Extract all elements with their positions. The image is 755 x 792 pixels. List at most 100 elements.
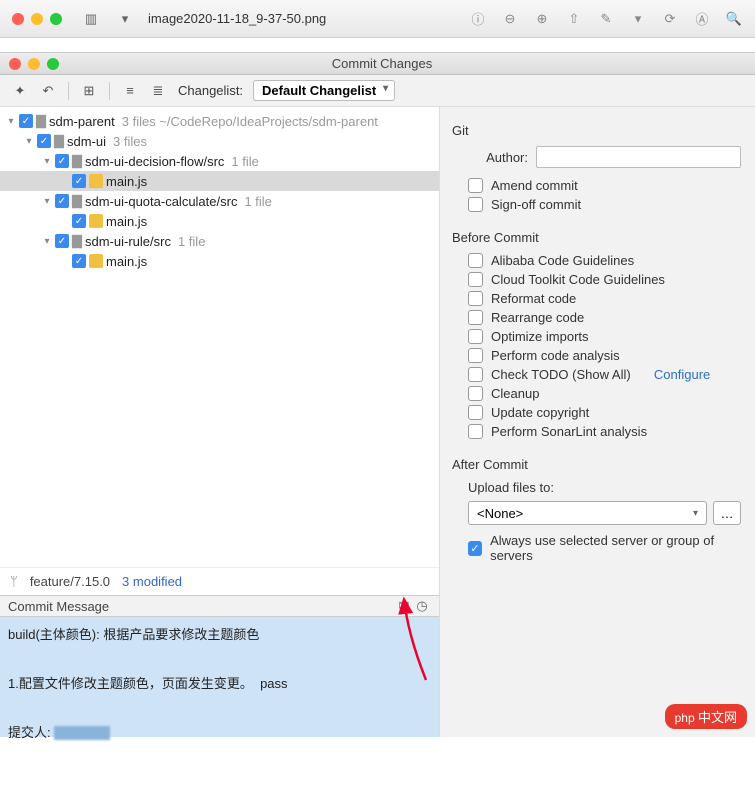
chevron-down-icon[interactable]: ▾: [42, 236, 52, 247]
commit-message-header: Commit Message ✉ ◷: [0, 595, 439, 617]
folder-icon: ▇: [36, 113, 46, 129]
upload-more-button[interactable]: …: [713, 501, 741, 525]
configure-link[interactable]: Configure: [654, 367, 710, 382]
preview-titlebar: ▥ ▾ image2020-11-18_9-37-50.png ⓘ ⊖ ⊕ ⇧ …: [0, 0, 755, 38]
chevron-down-icon[interactable]: ▾: [42, 156, 52, 167]
changes-tree[interactable]: ▾ ▇ sdm-parent 3 files ~/CodeRepo/IdeaPr…: [0, 107, 439, 567]
checkbox[interactable]: [37, 134, 51, 148]
always-checkbox[interactable]: [468, 541, 482, 556]
commit-template-icon[interactable]: ✉: [395, 598, 413, 614]
tree-file[interactable]: main.js: [0, 251, 439, 271]
before-checkbox[interactable]: [468, 405, 483, 420]
modified-count[interactable]: 3 modified: [122, 574, 182, 589]
collapse-all-icon[interactable]: ≣: [146, 79, 170, 103]
before-item-label: Perform SonarLint analysis: [491, 424, 647, 439]
tree-file[interactable]: main.js: [0, 211, 439, 231]
signoff-label: Sign-off commit: [491, 197, 581, 212]
revert-icon[interactable]: ↶: [36, 79, 60, 103]
tree-node[interactable]: ▾ ▇ sdm-ui-rule/src 1 file: [0, 231, 439, 251]
chevron-down-icon[interactable]: ▾: [6, 116, 16, 127]
git-group-title: Git: [452, 123, 741, 138]
folder-icon: ▇: [54, 133, 64, 149]
before-checkbox[interactable]: [468, 253, 483, 268]
branch-icon: ᛘ: [10, 574, 18, 589]
folder-icon: ▇: [72, 193, 82, 209]
before-item-label: Check TODO (Show All): [491, 367, 631, 382]
always-label: Always use selected server or group of s…: [490, 533, 741, 563]
rotate-icon[interactable]: ⟳: [661, 11, 679, 27]
branch-name: feature/7.15.0: [30, 574, 110, 589]
checkbox[interactable]: [72, 254, 86, 268]
checkbox[interactable]: [72, 174, 86, 188]
commit-history-icon[interactable]: ◷: [413, 598, 431, 614]
dialog-minimize-icon[interactable]: [28, 58, 40, 70]
upload-label: Upload files to:: [468, 480, 741, 495]
zoom-icon[interactable]: [50, 13, 62, 25]
before-item-label: Cloud Toolkit Code Guidelines: [491, 272, 665, 287]
changelist-label: Changelist:: [178, 83, 243, 98]
amend-checkbox[interactable]: [468, 178, 483, 193]
before-commit-title: Before Commit: [452, 230, 741, 245]
checkbox[interactable]: [55, 194, 69, 208]
tree-node[interactable]: ▾ ▇ sdm-ui 3 files: [0, 131, 439, 151]
share-icon[interactable]: ⇧: [565, 11, 583, 27]
checkbox[interactable]: [55, 234, 69, 248]
checkbox[interactable]: [19, 114, 33, 128]
checkbox[interactable]: [72, 214, 86, 228]
highlight-icon[interactable]: Ⓐ: [693, 9, 711, 28]
dialog-close-icon[interactable]: [9, 58, 21, 70]
upload-select[interactable]: <None>: [468, 501, 707, 525]
before-checkbox[interactable]: [468, 272, 483, 287]
before-item-label: Alibaba Code Guidelines: [491, 253, 634, 268]
signoff-checkbox[interactable]: [468, 197, 483, 212]
sidebar-toggle-icon[interactable]: ▥: [82, 10, 100, 28]
before-checkbox[interactable]: [468, 291, 483, 306]
redacted-author: [54, 726, 110, 740]
chevron-down-icon[interactable]: ▾: [42, 196, 52, 207]
close-icon[interactable]: [12, 13, 24, 25]
dialog-title: Commit Changes: [59, 56, 755, 71]
changelist-select[interactable]: Default Changelist: [253, 80, 395, 101]
tree-file-selected[interactable]: main.js: [0, 171, 439, 191]
checkbox[interactable]: [55, 154, 69, 168]
before-checkbox[interactable]: [468, 424, 483, 439]
folder-icon: ▇: [72, 153, 82, 169]
minimize-icon[interactable]: [31, 13, 43, 25]
zoom-in-icon[interactable]: ⊕: [533, 11, 551, 27]
commit-message-input[interactable]: build(主体颜色): 根据产品要求修改主题颜色 1.配置文件修改主题颜色，页…: [0, 617, 439, 737]
tree-node-root[interactable]: ▾ ▇ sdm-parent 3 files ~/CodeRepo/IdeaPr…: [0, 111, 439, 131]
tree-node[interactable]: ▾ ▇ sdm-ui-quota-calculate/src 1 file: [0, 191, 439, 211]
before-checkbox[interactable]: [468, 367, 483, 382]
amend-label: Amend commit: [491, 178, 578, 193]
markup-icon[interactable]: ✎: [597, 11, 615, 27]
before-checkbox[interactable]: [468, 386, 483, 401]
before-checkbox[interactable]: [468, 348, 483, 363]
author-input[interactable]: [536, 146, 741, 168]
before-item-label: Update copyright: [491, 405, 589, 420]
zoom-out-icon[interactable]: ⊖: [501, 11, 519, 27]
before-item-label: Optimize imports: [491, 329, 589, 344]
js-file-icon: [89, 254, 103, 268]
author-label: Author:: [468, 150, 528, 165]
before-item-label: Cleanup: [491, 386, 539, 401]
info-icon[interactable]: ⓘ: [469, 9, 487, 28]
chevron-down-icon[interactable]: ▾: [629, 11, 647, 27]
tree-node[interactable]: ▾ ▇ sdm-ui-decision-flow/src 1 file: [0, 151, 439, 171]
js-file-icon: [89, 214, 103, 228]
js-file-icon: [89, 174, 103, 188]
dialog-zoom-icon[interactable]: [47, 58, 59, 70]
after-commit-title: After Commit: [452, 457, 741, 472]
before-item-label: Rearrange code: [491, 310, 584, 325]
group-by-icon[interactable]: ⊞: [77, 79, 101, 103]
expand-all-icon[interactable]: ≡: [118, 79, 142, 103]
window-traffic-lights[interactable]: [12, 13, 62, 25]
before-item-label: Perform code analysis: [491, 348, 620, 363]
show-diff-icon[interactable]: ✦: [8, 79, 32, 103]
commit-changes-dialog: Commit Changes ✦ ↶ ⊞ ≡ ≣ Changelist: Def…: [0, 52, 755, 737]
before-checkbox[interactable]: [468, 310, 483, 325]
branch-bar: ᛘ feature/7.15.0 3 modified: [0, 567, 439, 595]
before-checkbox[interactable]: [468, 329, 483, 344]
dropdown-icon[interactable]: ▾: [116, 10, 134, 28]
search-icon[interactable]: 🔍: [725, 11, 743, 27]
chevron-down-icon[interactable]: ▾: [24, 136, 34, 147]
